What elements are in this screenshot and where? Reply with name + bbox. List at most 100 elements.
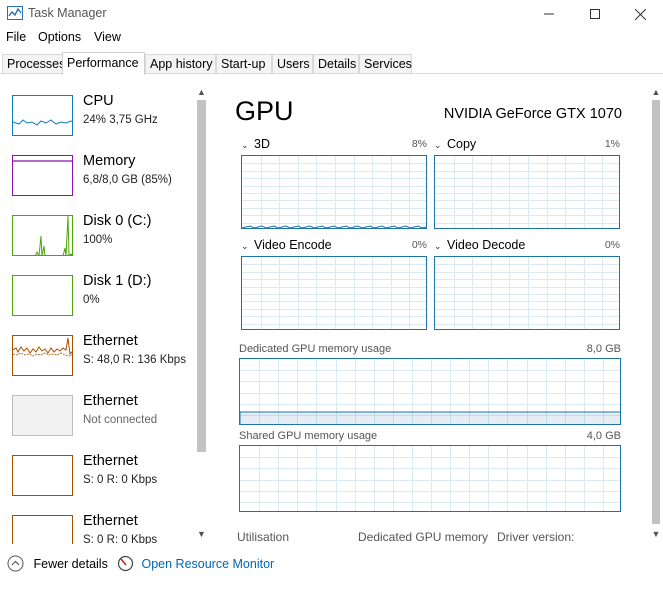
shared-memory-max: 4,0 GB — [586, 430, 621, 442]
engine-name: Video Decode — [447, 238, 526, 252]
sidebar-item-value: S: 48,0 R: 136 Kbps — [83, 354, 186, 366]
main-scroll-thumb[interactable] — [652, 100, 660, 524]
minimize-button[interactable] — [526, 0, 572, 28]
engine-percent-video-encode: 0% — [411, 239, 427, 251]
chevron-down-icon: ⌄ — [434, 140, 442, 150]
engine-name: 3D — [254, 137, 270, 151]
menu-file[interactable]: File — [6, 30, 26, 44]
sidebar-item-name: Memory — [83, 153, 136, 169]
tab-processes[interactable]: Processes — [2, 54, 65, 74]
sidebar-item-name: Ethernet — [83, 453, 138, 469]
ethernet-1-thumbnail — [12, 335, 73, 376]
menu-options[interactable]: Options — [38, 30, 81, 44]
open-resource-monitor-link[interactable]: Open Resource Monitor — [117, 555, 274, 572]
resource-monitor-icon — [117, 555, 134, 572]
tab-app-history[interactable]: App history — [145, 54, 216, 74]
send-rate: S: 0 — [83, 534, 104, 544]
graph-video-encode — [241, 256, 427, 330]
graph-copy — [434, 155, 620, 229]
dedicated-memory-max: 8,0 GB — [586, 343, 621, 355]
sidebar-item-ethernet-3[interactable]: Ethernet S: 0 R: 0 Kbps — [12, 453, 197, 515]
driver-version-label: Driver version: — [497, 530, 575, 544]
maximize-button[interactable] — [572, 0, 618, 28]
close-icon — [634, 8, 646, 20]
ethernet-4-thumbnail — [12, 515, 73, 544]
shared-memory-label: Shared GPU memory usage — [239, 430, 378, 442]
close-button[interactable] — [617, 0, 663, 28]
open-resource-monitor-label: Open Resource Monitor — [141, 556, 275, 571]
sidebar-item-disk-1[interactable]: Disk 1 (D:) 0% — [12, 273, 197, 335]
minimize-icon — [544, 13, 554, 15]
chevron-down-icon: ⌄ — [241, 241, 249, 251]
sidebar-item-ethernet-1[interactable]: Ethernet S: 48,0 R: 136 Kbps — [12, 333, 197, 395]
dedicated-memory-stat-label: Dedicated GPU memory — [358, 530, 489, 544]
fewer-details-label: Fewer details — [33, 556, 108, 571]
engine-name: Video Encode — [254, 238, 332, 252]
fewer-details-button[interactable]: Fewer details — [7, 555, 108, 572]
gpu-panel: GPU NVIDIA GeForce GTX 1070 ⌄ 3D 8% ⌄ Copy… — [212, 74, 649, 544]
tab-performance[interactable]: Performance — [62, 52, 145, 75]
engine-selector-copy[interactable]: ⌄ Copy — [434, 137, 476, 151]
sidebar-item-name: Ethernet — [83, 393, 138, 409]
disk-0-thumbnail — [12, 215, 73, 256]
disk-1-thumbnail — [12, 275, 73, 316]
graph-video-decode — [434, 256, 620, 330]
cpu-thumbnail — [12, 95, 73, 136]
send-rate: S: 0 — [83, 474, 104, 486]
engine-name: Copy — [447, 137, 477, 151]
sidebar-item-name: CPU — [83, 93, 114, 109]
utilisation-trace — [242, 225, 426, 228]
performance-sidebar: CPU 24% 3,75 GHz Memory 6,8/8,0 GB (85%)… — [0, 74, 212, 544]
task-manager-icon — [7, 6, 23, 20]
engine-selector-video-decode[interactable]: ⌄ Video Decode — [434, 238, 525, 252]
memory-thumbnail — [12, 155, 73, 196]
dedicated-memory-fill — [240, 411, 620, 424]
sidebar-item-value: S: 0 R: 0 Kbps — [83, 534, 157, 544]
menu-bar: File Options View — [0, 30, 663, 48]
sidebar-item-ethernet-2[interactable]: Ethernet Not connected — [12, 393, 197, 455]
scroll-down-icon[interactable]: ▼ — [194, 528, 209, 540]
sidebar-item-value: S: 0 R: 0 Kbps — [83, 474, 157, 486]
engine-percent-video-decode: 0% — [604, 239, 620, 251]
footer-bar: Fewer details Open Resource Monitor — [0, 551, 663, 581]
sidebar-scroll-thumb[interactable] — [197, 100, 206, 452]
sidebar-item-value: 24% 3,75 GHz — [83, 114, 158, 126]
receive-rate: R: 0 Kbps — [106, 474, 158, 486]
sidebar-scrollbar[interactable]: ▲ ▼ — [194, 86, 209, 544]
sidebar-item-value: 6,8/8,0 GB (85%) — [83, 174, 172, 186]
graph-shared-memory — [239, 445, 621, 512]
tab-services[interactable]: Services — [359, 54, 412, 74]
tab-details[interactable]: Details — [313, 54, 359, 74]
engine-selector-video-encode[interactable]: ⌄ Video Encode — [241, 238, 332, 252]
sidebar-item-name: Disk 0 (C:) — [83, 213, 152, 229]
receive-rate: R: 0 Kbps — [106, 534, 158, 544]
graph-dedicated-memory — [239, 358, 621, 425]
sidebar-item-memory[interactable]: Memory 6,8/8,0 GB (85%) — [12, 153, 197, 215]
gpu-model: NVIDIA GeForce GTX 1070 — [443, 106, 622, 122]
menu-view[interactable]: View — [94, 30, 121, 44]
send-rate: S: 48,0 — [83, 354, 120, 366]
utilisation-label: Utilisation — [237, 530, 290, 544]
dedicated-memory-label: Dedicated GPU memory usage — [239, 343, 392, 355]
engine-selector-3d[interactable]: ⌄ 3D — [241, 137, 270, 151]
sidebar-item-cpu[interactable]: CPU 24% 3,75 GHz — [12, 93, 197, 155]
scroll-down-icon[interactable]: ▼ — [649, 528, 663, 540]
ethernet-3-thumbnail — [12, 455, 73, 496]
scroll-up-icon[interactable]: ▲ — [194, 86, 209, 98]
receive-rate: R: 136 Kbps — [122, 354, 186, 366]
engine-percent-copy: 1% — [604, 138, 620, 150]
engine-percent-3d: 8% — [411, 138, 427, 150]
sidebar-item-disk-0[interactable]: Disk 0 (C:) 100% — [12, 213, 197, 275]
title-bar: Task Manager — [0, 0, 663, 28]
sidebar-item-value: 0% — [83, 294, 100, 306]
chevron-down-icon: ⌄ — [241, 140, 249, 150]
scroll-up-icon[interactable]: ▲ — [649, 86, 663, 98]
sidebar-item-value: Not connected — [83, 414, 158, 426]
tab-users[interactable]: Users — [272, 54, 313, 74]
sidebar-item-ethernet-4[interactable]: Ethernet S: 0 R: 0 Kbps — [12, 513, 197, 544]
tab-startup[interactable]: Start-up — [216, 54, 272, 74]
chevron-up-circle-icon — [7, 555, 24, 572]
maximize-icon — [590, 9, 600, 19]
main-scrollbar[interactable]: ▲ ▼ — [649, 86, 663, 544]
ethernet-2-thumbnail — [12, 395, 73, 436]
